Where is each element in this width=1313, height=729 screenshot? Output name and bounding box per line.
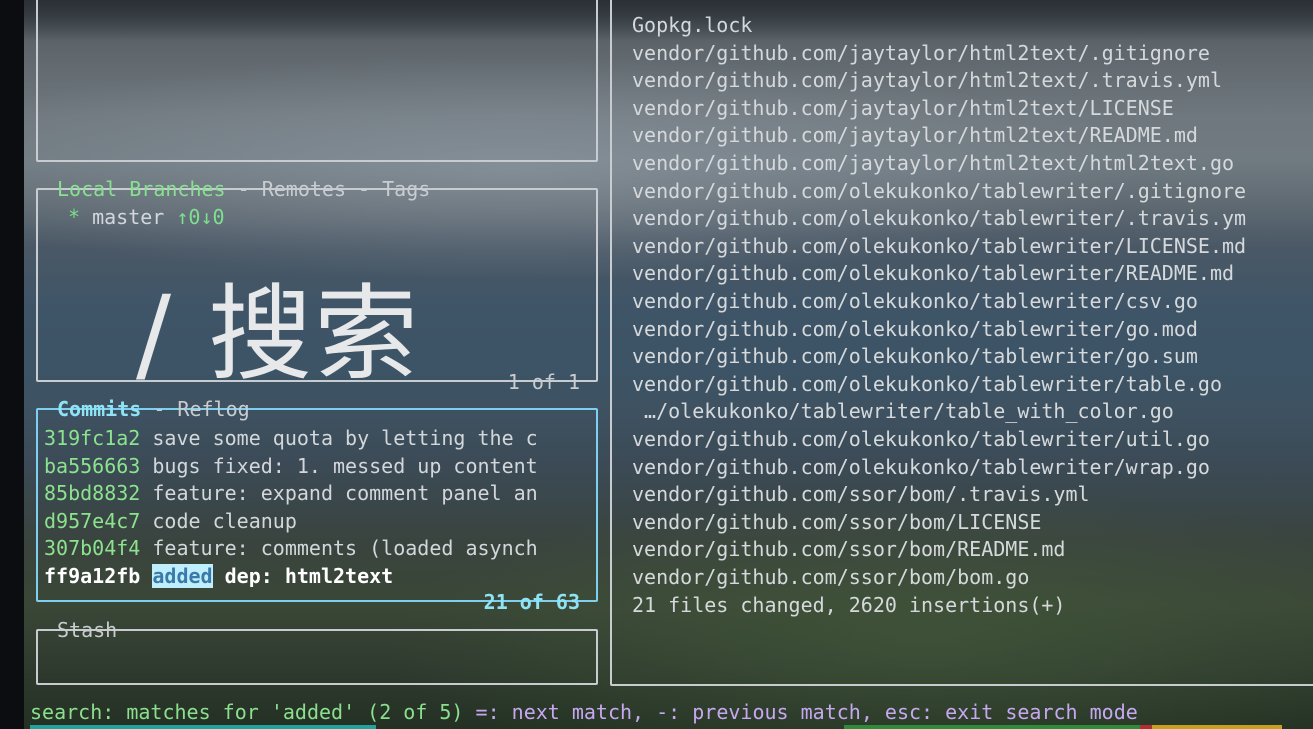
file-path[interactable]: vendor/github.com/ssor/bom/.travis.yml [632,481,1090,509]
file-path[interactable]: vendor/github.com/olekukonko/tablewriter… [632,343,1198,371]
tab-local-branches[interactable]: Local Branches [57,177,226,201]
tab-reflog[interactable]: Reflog [177,397,249,421]
commit-row[interactable]: d957e4c7 code cleanup [44,508,297,536]
branches-panel-position: 1 of 1 [507,370,580,394]
file-path[interactable]: vendor/github.com/ssor/bom/README.md [632,536,1065,564]
terminal-window: Local Branches - Remotes - Tags * master… [24,0,1313,729]
branch-sync-status: ↑0↓0 [176,205,225,229]
commit-message: save some quota by letting the c [152,426,538,450]
search-status-text: search: matches for 'added' (2 of 5) [30,700,464,724]
commit-hash: ff9a12fb [44,564,141,588]
commit-message: feature: expand comment panel an [152,481,538,506]
tab-separator: - [346,177,383,201]
file-path[interactable]: vendor/github.com/jaytaylor/html2text/.g… [632,40,1210,68]
diff-summary: 21 files changed, 2620 insertions(+) [632,592,1066,617]
commit-row[interactable]: 307b04f4 feature: comments (loaded async… [44,535,538,563]
file-path[interactable]: Gopkg.lock [632,12,752,40]
branches-panel[interactable]: Local Branches - Remotes - Tags * master… [36,177,598,394]
file-path[interactable]: vendor/github.com/olekukonko/tablewriter… [632,426,1210,454]
commit-message: bugs fixed: 1. messed up content [152,453,538,478]
commit-hash: 85bd8832 [44,481,141,506]
commit-row[interactable]: 319fc1a2 save some quota by letting the … [44,425,538,453]
file-path[interactable]: vendor/github.com/ssor/bom/LICENSE [632,509,1041,537]
commit-hash: 307b04f4 [44,536,141,561]
status-panel[interactable] [36,0,598,162]
search-keybindings-help: =: next match, -: previous match, esc: e… [463,700,1138,724]
tab-indicator [1152,725,1282,729]
terminal-tab-indicators [24,725,1313,729]
file-path[interactable]: vendor/github.com/jaytaylor/html2text/LI… [632,95,1174,123]
tab-indicator [844,725,1140,729]
tab-commits[interactable]: Commits [57,397,141,421]
file-path[interactable]: vendor/github.com/olekukonko/tablewriter… [632,288,1198,316]
file-path[interactable]: vendor/github.com/olekukonko/tablewriter… [632,371,1222,399]
commit-message-rest: dep: html2text [212,564,394,588]
tab-indicator [1140,725,1152,729]
files-panel[interactable]: Gopkg.lock vendor/github.com/jaytaylor/h… [610,0,1313,686]
branch-row-master[interactable]: * master ↑0↓0 [68,204,225,232]
tab-separator: - [141,397,178,421]
tab-remotes[interactable]: Remotes [262,177,346,201]
commits-panel-tabs: Commits - Reflog [56,397,251,421]
commit-hash: ba556663 [44,453,141,478]
file-path[interactable]: …/olekukonko/tablewriter/table_with_colo… [632,398,1174,426]
file-path[interactable]: vendor/github.com/jaytaylor/html2text/.t… [632,67,1222,95]
stash-panel[interactable]: Stash [36,618,598,685]
search-match-highlight: added [152,564,213,588]
file-path[interactable]: vendor/github.com/olekukonko/tablewriter… [632,454,1210,482]
branch-name: master [92,205,165,229]
file-path[interactable]: vendor/github.com/olekukonko/tablewriter… [632,233,1246,261]
file-path[interactable]: vendor/github.com/ssor/bom/bom.go [632,564,1029,592]
commit-row[interactable]: ba556663 bugs fixed: 1. messed up conten… [44,453,538,481]
file-path[interactable]: vendor/github.com/olekukonko/tablewriter… [632,178,1246,206]
commits-panel[interactable]: Commits - Reflog 319fc1a2 save some quot… [36,397,598,614]
tab-separator: - [225,177,262,201]
current-branch-marker: * [68,205,81,229]
file-path[interactable]: vendor/github.com/olekukonko/tablewriter… [632,260,1234,288]
commit-message: code cleanup [152,508,297,533]
commit-hash: 319fc1a2 [44,426,141,450]
tab-indicator [30,725,376,729]
tab-tags[interactable]: Tags [382,177,430,201]
search-status-bar: search: matches for 'added' (2 of 5) =: … [30,699,1138,725]
commit-row-selected[interactable]: ff9a12fb added dep: html2text [44,563,393,591]
file-path[interactable]: vendor/github.com/jaytaylor/html2text/ht… [632,150,1234,178]
stash-panel-title: Stash [57,618,118,642]
commit-row[interactable]: 85bd8832 feature: expand comment panel a… [44,480,538,508]
file-path[interactable]: vendor/github.com/olekukonko/tablewriter… [632,205,1246,233]
file-path[interactable]: vendor/github.com/jaytaylor/html2text/RE… [632,122,1198,150]
commit-hash: d957e4c7 [44,508,141,533]
commit-message: feature: comments (loaded asynch [152,536,538,561]
file-path[interactable]: vendor/github.com/olekukonko/tablewriter… [632,316,1198,344]
commits-panel-position: 21 of 63 [483,590,580,614]
search-overlay-caption: / 搜索 [136,273,421,395]
branches-panel-tabs: Local Branches - Remotes - Tags [56,177,431,201]
